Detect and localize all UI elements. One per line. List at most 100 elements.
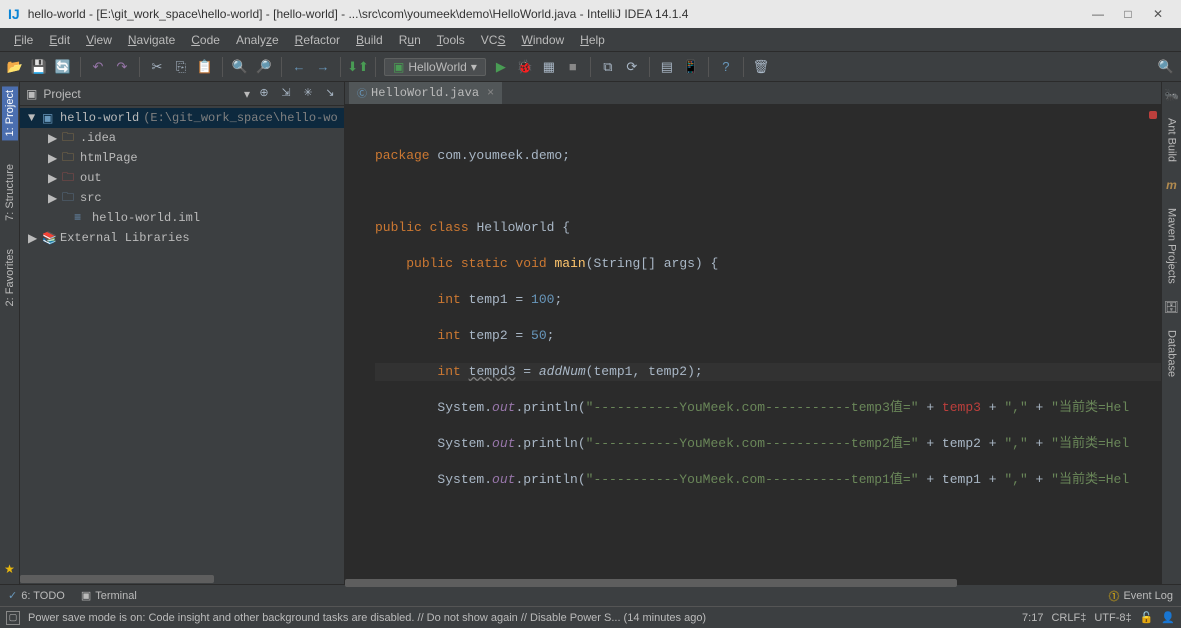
menu-run[interactable]: Run (393, 31, 427, 49)
copy-icon[interactable]: ⎘ (172, 58, 190, 76)
help-icon[interactable]: ? (717, 58, 735, 76)
tree-root[interactable]: ▼▣ hello-world (E:\git_work_space\hello-… (20, 108, 344, 128)
forward-icon[interactable]: → (314, 58, 332, 76)
bottom-toolbar: ✓6: TODO ▣Terminal ⓵Event Log (0, 584, 1181, 606)
settings-gear-icon[interactable]: ✳ (300, 86, 316, 102)
maximize-button[interactable]: □ (1113, 4, 1143, 24)
menu-window[interactable]: Window (515, 31, 570, 49)
make-icon[interactable]: ⬇⬆ (349, 58, 367, 76)
search-everywhere-icon[interactable]: 🔍 (1157, 58, 1175, 76)
database-icon: 🗄 (1164, 300, 1179, 314)
project-view-icon: ▣ (26, 87, 37, 101)
update-icon[interactable]: ⟳ (623, 58, 641, 76)
statusbar: ▢ Power save mode is on: Code insight an… (0, 606, 1181, 628)
menu-code[interactable]: Code (185, 31, 226, 49)
cut-icon[interactable]: ✂ (148, 58, 166, 76)
window-title: hello-world - [E:\git_work_space\hello-w… (28, 7, 1083, 21)
tool-favorites-tab[interactable]: 2: Favorites (4, 245, 16, 310)
ant-icon: 🐜 (1164, 88, 1179, 102)
editor-tab[interactable]: Ⓒ HelloWorld.java × (349, 82, 502, 104)
hide-icon[interactable]: ↘ (322, 86, 338, 102)
lock-icon[interactable]: 🔓 (1140, 611, 1154, 624)
line-separator[interactable]: CRLF‡ (1051, 612, 1086, 624)
toolwindows-toggle-icon[interactable]: ▢ (6, 611, 20, 625)
run-config-label: HelloWorld (408, 60, 466, 74)
code-editor[interactable]: package com.youmeek.demo; public class H… (345, 105, 1161, 578)
menu-build[interactable]: Build (350, 31, 389, 49)
run-config-select[interactable]: ▣ HelloWorld ▾ (384, 58, 486, 76)
menu-vcs[interactable]: VCS (475, 31, 512, 49)
editor-area: Ⓒ HelloWorld.java × package com.youmeek.… (345, 82, 1161, 584)
menu-navigate[interactable]: Navigate (122, 31, 181, 49)
hector-icon[interactable]: 👤 (1161, 611, 1175, 624)
gc-icon[interactable]: 🗑 (752, 58, 770, 76)
sync-icon[interactable]: 🔄 (54, 58, 72, 76)
minimize-button[interactable]: — (1083, 4, 1113, 24)
menubar: File Edit View Navigate Code Analyze Ref… (0, 28, 1181, 52)
titlebar: IJ hello-world - [E:\git_work_space\hell… (0, 0, 1181, 28)
terminal-tool[interactable]: ▣Terminal (81, 589, 137, 602)
tree-htmlpage[interactable]: ▶🗀htmlPage (20, 148, 344, 168)
left-tool-gutter: 1: Project 7: Structure 2: Favorites ★ (0, 82, 20, 584)
tree-out[interactable]: ▶🗀out (20, 168, 344, 188)
maven-icon: m (1166, 178, 1177, 192)
project-hscroll[interactable] (20, 574, 344, 584)
project-panel-header: ▣ Project ▾ ⊕ ⇲ ✳ ↘ (20, 82, 344, 106)
java-class-icon: Ⓒ (357, 85, 367, 101)
tool-database-tab[interactable]: Database (1166, 326, 1178, 381)
replace-icon[interactable]: 🔎 (255, 58, 273, 76)
paste-icon[interactable]: 📋 (196, 58, 214, 76)
coverage-icon[interactable]: ▦ (540, 58, 558, 76)
structure-icon[interactable]: ▤ (658, 58, 676, 76)
todo-tool[interactable]: ✓6: TODO (8, 589, 65, 602)
tool-ant-tab[interactable]: Ant Build (1166, 114, 1178, 166)
tool-project-tab[interactable]: 1: Project (2, 86, 18, 140)
event-log-tool[interactable]: ⓵Event Log (1108, 588, 1173, 604)
editor-hscroll[interactable] (345, 578, 1161, 584)
intellij-logo-icon: IJ (8, 6, 20, 22)
right-tool-gutter: 🐜 Ant Build m Maven Projects 🗄 Database (1161, 82, 1181, 584)
editor-tab-label: HelloWorld.java (371, 86, 479, 100)
file-encoding[interactable]: UTF-8‡ (1094, 612, 1131, 624)
menu-help[interactable]: Help (574, 31, 611, 49)
close-button[interactable]: ✕ (1143, 4, 1173, 24)
menu-refactor[interactable]: Refactor (289, 31, 346, 49)
menu-tools[interactable]: Tools (431, 31, 471, 49)
project-tree: ▼▣ hello-world (E:\git_work_space\hello-… (20, 106, 344, 250)
tree-src[interactable]: ▶🗀src (20, 188, 344, 208)
stop-icon[interactable]: ■ (564, 58, 582, 76)
debug-button[interactable]: 🐞 (516, 58, 534, 76)
menu-file[interactable]: File (8, 31, 39, 49)
chevron-down-icon: ▾ (471, 60, 477, 74)
tree-external-libs[interactable]: ▶📚External Libraries (20, 228, 344, 248)
status-message[interactable]: Power save mode is on: Code insight and … (28, 612, 1014, 624)
dropdown-icon[interactable]: ▾ (244, 87, 250, 101)
menu-analyze[interactable]: Analyze (230, 31, 285, 49)
scroll-to-icon[interactable]: ⊕ (256, 86, 272, 102)
menu-view[interactable]: View (80, 31, 118, 49)
caret-position[interactable]: 7:17 (1022, 612, 1043, 624)
editor-tabbar: Ⓒ HelloWorld.java × (345, 82, 1161, 105)
avd-icon[interactable]: 📱 (682, 58, 700, 76)
menu-edit[interactable]: Edit (43, 31, 76, 49)
back-icon[interactable]: ← (290, 58, 308, 76)
tool-structure-tab[interactable]: 7: Structure (4, 160, 16, 225)
close-tab-icon[interactable]: × (487, 86, 494, 100)
tree-idea[interactable]: ▶🗀.idea (20, 128, 344, 148)
collapse-icon[interactable]: ⇲ (278, 86, 294, 102)
run-config-icon: ▣ (393, 60, 404, 74)
vcs-icon[interactable]: ⧉ (599, 58, 617, 76)
redo-icon[interactable]: ↷ (113, 58, 131, 76)
save-icon[interactable]: 💾 (30, 58, 48, 76)
star-icon: ★ (4, 562, 15, 576)
undo-icon[interactable]: ↶ (89, 58, 107, 76)
open-icon[interactable]: 📂 (6, 58, 24, 76)
toolbar: 📂 💾 🔄 ↶ ↷ ✂ ⎘ 📋 🔍 🔎 ← → ⬇⬆ ▣ HelloWorld … (0, 52, 1181, 82)
error-stripe-mark[interactable] (1149, 111, 1157, 119)
tool-maven-tab[interactable]: Maven Projects (1166, 204, 1178, 288)
run-button[interactable]: ▶ (492, 58, 510, 76)
project-view-label[interactable]: Project (43, 87, 238, 101)
tree-iml[interactable]: ≡hello-world.iml (20, 208, 344, 228)
find-icon[interactable]: 🔍 (231, 58, 249, 76)
project-panel: ▣ Project ▾ ⊕ ⇲ ✳ ↘ ▼▣ hello-world (E:\g… (20, 82, 345, 584)
